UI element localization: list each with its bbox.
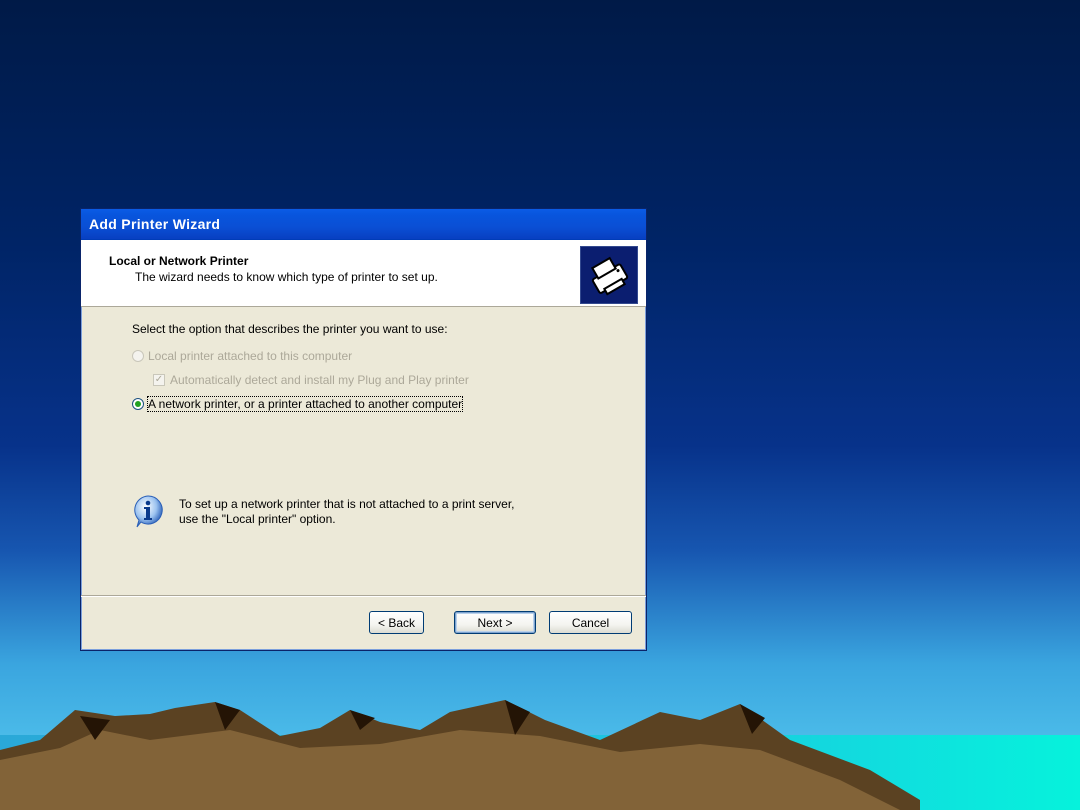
local-printer-radio[interactable]: Local printer attached to this computer bbox=[132, 349, 352, 363]
info-line-2: use the "Local printer" option. bbox=[179, 512, 336, 526]
header-title: Local or Network Printer bbox=[109, 254, 249, 268]
wizard-body: Select the option that describes the pri… bbox=[81, 307, 646, 595]
header-subtitle: The wizard needs to know which type of p… bbox=[135, 270, 438, 284]
radio-unselected-icon bbox=[132, 350, 144, 362]
footer-separator bbox=[81, 595, 646, 597]
add-printer-wizard-dialog: Add Printer Wizard Local or Network Prin… bbox=[80, 208, 647, 651]
mountains-decoration bbox=[0, 700, 920, 810]
local-printer-label: Local printer attached to this computer bbox=[148, 349, 353, 363]
cancel-button[interactable]: Cancel bbox=[549, 611, 632, 634]
back-button[interactable]: < Back bbox=[369, 611, 424, 634]
next-button[interactable]: Next > bbox=[454, 611, 536, 634]
auto-detect-label: Automatically detect and install my Plug… bbox=[170, 373, 469, 387]
network-printer-label: A network printer, or a printer attached… bbox=[146, 396, 464, 412]
printer-icon bbox=[580, 246, 638, 304]
wizard-header: Local or Network Printer The wizard need… bbox=[81, 240, 646, 307]
checkmark-icon: ✓ bbox=[153, 374, 165, 386]
info-line-1: To set up a network printer that is not … bbox=[179, 497, 515, 511]
radio-selected-icon bbox=[132, 398, 144, 410]
prompt-text: Select the option that describes the pri… bbox=[132, 322, 448, 336]
auto-detect-checkbox[interactable]: ✓ Automatically detect and install my Pl… bbox=[153, 373, 469, 387]
dialog-title[interactable]: Add Printer Wizard bbox=[81, 209, 646, 240]
info-message: To set up a network printer that is not … bbox=[179, 497, 559, 527]
network-printer-radio[interactable]: A network printer, or a printer attached… bbox=[132, 396, 464, 412]
info-icon bbox=[131, 494, 165, 528]
